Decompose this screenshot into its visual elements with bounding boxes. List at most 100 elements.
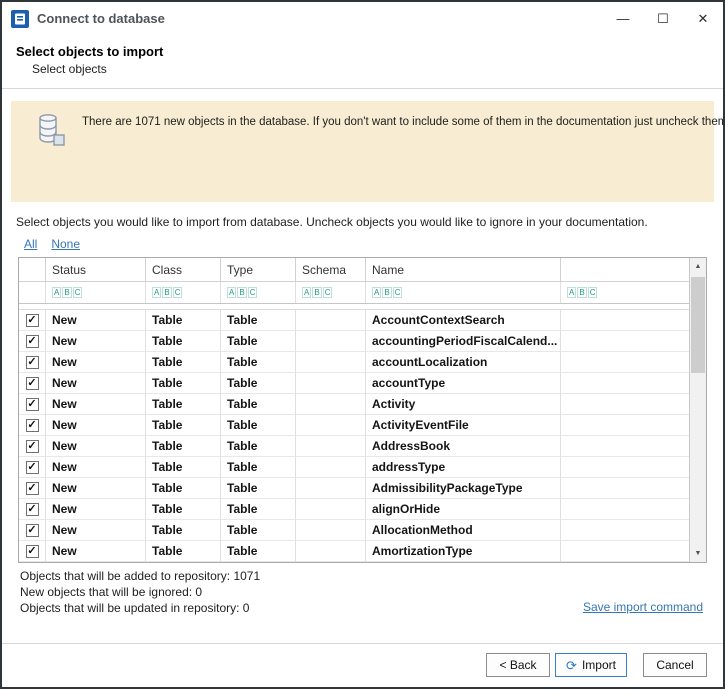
import-button[interactable]: ⟳ Import xyxy=(555,653,627,677)
filter-type-cell[interactable]: ABC xyxy=(221,282,296,303)
page-title: Select objects to import xyxy=(16,44,709,59)
row-checkbox[interactable]: ✓ xyxy=(26,419,39,432)
cell-class: Table xyxy=(146,310,221,331)
table-row: ✓NewTableTableActivity xyxy=(19,394,689,415)
table-row: ✓NewTableTableaccountLocalization xyxy=(19,352,689,373)
cell-status: New xyxy=(46,331,146,352)
select-all-link[interactable]: All xyxy=(24,237,37,251)
column-header-status[interactable]: Status xyxy=(46,258,146,282)
cell-name: Activity xyxy=(366,394,561,415)
cell-class: Table xyxy=(146,394,221,415)
row-checkbox-cell: ✓ xyxy=(19,520,46,541)
grid-filter-row: ABC ABC ABC ABC ABC ABC xyxy=(19,282,689,304)
grid-header-row: Status Class Type Schema Name xyxy=(19,258,689,282)
footer-buttons: < Back ⟳ Import Cancel xyxy=(486,653,707,677)
minimize-button[interactable]: — xyxy=(603,2,643,35)
row-checkbox[interactable]: ✓ xyxy=(26,524,39,537)
row-checkbox-cell: ✓ xyxy=(19,373,46,394)
summary-ignored: New objects that will be ignored: 0 xyxy=(20,584,260,600)
save-import-command-link[interactable]: Save import command xyxy=(583,600,703,614)
filter-filler-cell[interactable]: ABC xyxy=(561,282,689,303)
summary-added: Objects that will be added to repository… xyxy=(20,568,260,584)
select-none-link[interactable]: None xyxy=(51,237,80,251)
column-header-schema[interactable]: Schema xyxy=(296,258,366,282)
filter-schema-cell[interactable]: ABC xyxy=(296,282,366,303)
cell-name: accountType xyxy=(366,373,561,394)
cell-schema xyxy=(296,394,366,415)
cell-filler xyxy=(561,394,689,415)
cell-name: accountLocalization xyxy=(366,352,561,373)
column-header-filler xyxy=(561,258,689,282)
row-checkbox-cell: ✓ xyxy=(19,499,46,520)
maximize-button[interactable]: ☐ xyxy=(643,2,683,35)
cell-name: AmortizationType xyxy=(366,541,561,562)
cell-name: accountingPeriodFiscalCalend... xyxy=(366,331,561,352)
cell-schema xyxy=(296,457,366,478)
scrollbar-thumb[interactable] xyxy=(691,277,705,373)
app-icon xyxy=(11,10,29,28)
cell-schema xyxy=(296,352,366,373)
cell-filler xyxy=(561,541,689,562)
cell-filler xyxy=(561,499,689,520)
row-checkbox[interactable]: ✓ xyxy=(26,545,39,558)
cell-name: AdmissibilityPackageType xyxy=(366,478,561,499)
row-checkbox[interactable]: ✓ xyxy=(26,482,39,495)
cell-type: Table xyxy=(221,499,296,520)
filter-name-cell[interactable]: ABC xyxy=(366,282,561,303)
column-header-name[interactable]: Name xyxy=(366,258,561,282)
cell-schema xyxy=(296,541,366,562)
scroll-up-icon[interactable]: ▲ xyxy=(690,258,706,275)
close-button[interactable]: ✕ xyxy=(683,2,723,35)
column-header-type[interactable]: Type xyxy=(221,258,296,282)
cell-class: Table xyxy=(146,415,221,436)
table-row: ✓NewTableTableAccountContextSearch xyxy=(19,310,689,331)
banner-message: There are 1071 new objects in the databa… xyxy=(82,112,725,128)
cell-class: Table xyxy=(146,331,221,352)
cell-status: New xyxy=(46,457,146,478)
cancel-button[interactable]: Cancel xyxy=(643,653,707,677)
import-button-label: Import xyxy=(582,658,616,672)
table-row: ✓NewTableTableaddressType xyxy=(19,457,689,478)
row-checkbox[interactable]: ✓ xyxy=(26,440,39,453)
table-row: ✓NewTableTableActivityEventFile xyxy=(19,415,689,436)
cell-schema xyxy=(296,499,366,520)
table-row: ✓NewTableTablealignOrHide xyxy=(19,499,689,520)
row-checkbox[interactable]: ✓ xyxy=(26,398,39,411)
cell-status: New xyxy=(46,310,146,331)
cell-status: New xyxy=(46,394,146,415)
vertical-scrollbar[interactable]: ▲ ▼ xyxy=(689,258,706,562)
cell-type: Table xyxy=(221,415,296,436)
row-checkbox-cell: ✓ xyxy=(19,415,46,436)
cell-type: Table xyxy=(221,352,296,373)
footer-divider xyxy=(2,643,723,644)
scroll-down-icon[interactable]: ▼ xyxy=(690,545,706,562)
import-icon: ⟳ xyxy=(566,659,577,672)
scrollbar-track[interactable] xyxy=(690,275,706,545)
cell-type: Table xyxy=(221,331,296,352)
connect-to-database-dialog: Connect to database — ☐ ✕ Select objects… xyxy=(0,0,725,689)
cell-filler xyxy=(561,352,689,373)
row-checkbox[interactable]: ✓ xyxy=(26,356,39,369)
filter-abc-icon: ABC xyxy=(227,287,257,298)
header-checkbox-cell xyxy=(19,258,46,282)
filter-abc-icon: ABC xyxy=(372,287,402,298)
column-header-class[interactable]: Class xyxy=(146,258,221,282)
cell-filler xyxy=(561,331,689,352)
import-summary: Objects that will be added to repository… xyxy=(20,568,260,616)
filter-checkbox-cell xyxy=(19,282,46,303)
row-checkbox[interactable]: ✓ xyxy=(26,314,39,327)
cell-name: AllocationMethod xyxy=(366,520,561,541)
cell-type: Table xyxy=(221,373,296,394)
row-checkbox[interactable]: ✓ xyxy=(26,377,39,390)
filter-abc-icon: ABC xyxy=(567,287,597,298)
row-checkbox[interactable]: ✓ xyxy=(26,503,39,516)
row-checkbox[interactable]: ✓ xyxy=(26,335,39,348)
row-checkbox[interactable]: ✓ xyxy=(26,461,39,474)
row-checkbox-cell: ✓ xyxy=(19,436,46,457)
back-button[interactable]: < Back xyxy=(486,653,550,677)
info-banner: There are 1071 new objects in the databa… xyxy=(11,101,714,202)
filter-class-cell[interactable]: ABC xyxy=(146,282,221,303)
database-icon xyxy=(37,112,67,151)
cell-type: Table xyxy=(221,520,296,541)
filter-status-cell[interactable]: ABC xyxy=(46,282,146,303)
